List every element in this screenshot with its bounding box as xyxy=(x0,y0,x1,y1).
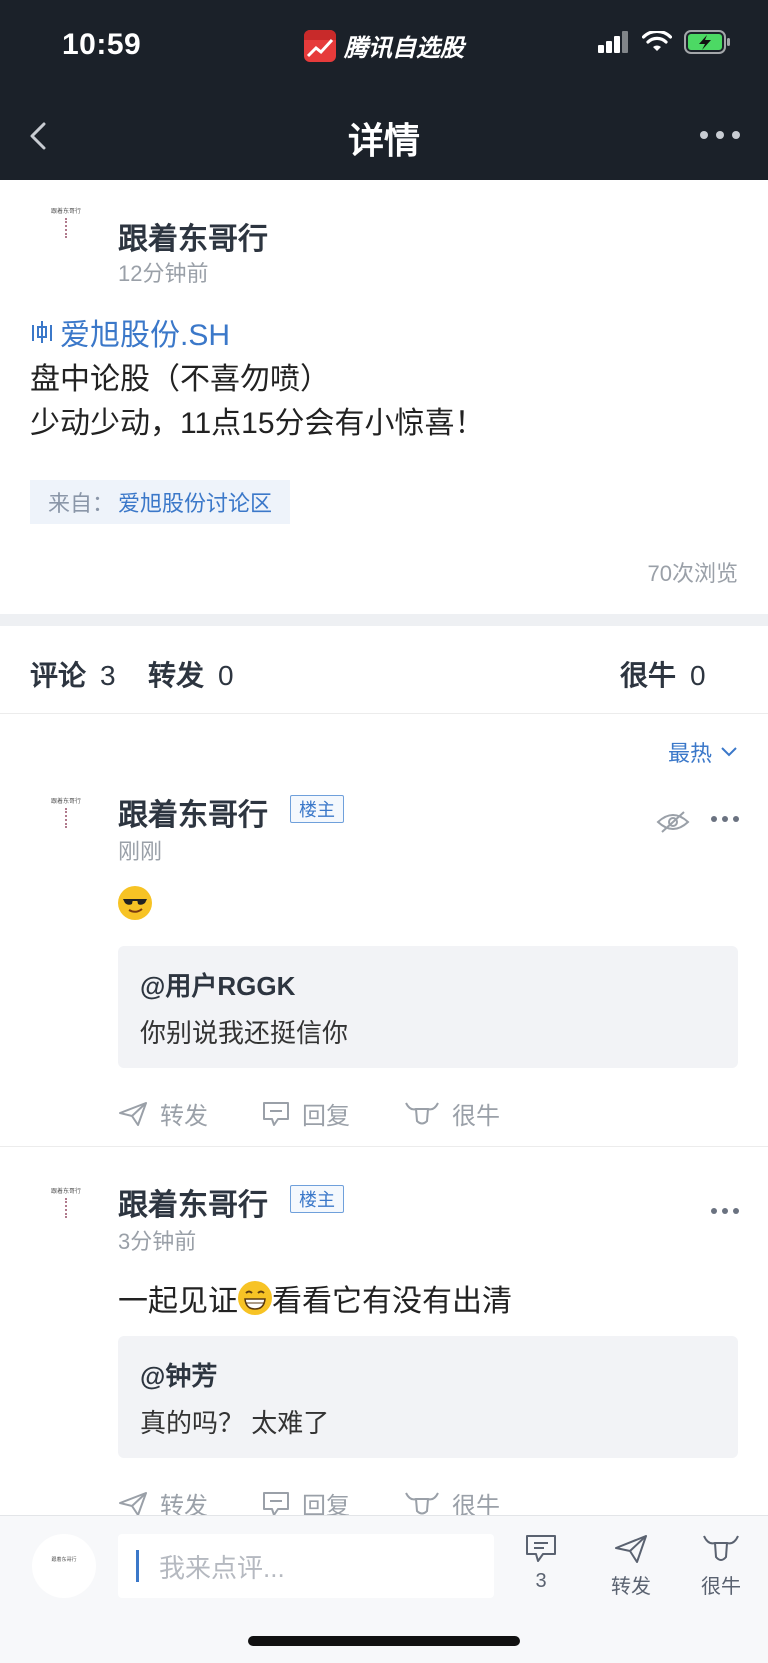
wifi-icon xyxy=(642,31,672,51)
comment-content xyxy=(118,886,152,920)
comment-actions: 转发 回复 很牛 xyxy=(118,1096,500,1131)
comment-author-avatar[interactable]: 跟着东哥行 xyxy=(44,1186,88,1230)
text-cursor xyxy=(136,1550,139,1582)
post-text-line-1: 盘中论股（不喜勿喷） xyxy=(30,363,330,396)
repost-button[interactable]: 转发 xyxy=(118,1096,208,1131)
comment-divider xyxy=(0,1146,768,1147)
status-app-indicator[interactable]: 腾讯自选股 xyxy=(304,28,464,63)
bull-icon xyxy=(703,1535,739,1561)
post-author-avatar[interactable]: 跟着东哥行 xyxy=(44,206,88,250)
comment-input[interactable]: 我来点评... xyxy=(118,1534,494,1598)
grin-emoji-icon xyxy=(238,1281,272,1315)
repost-bottom-button[interactable]: 转发 xyxy=(596,1534,666,1599)
chevron-down-icon xyxy=(721,747,737,757)
home-indicator[interactable] xyxy=(248,1636,520,1646)
comment-more-icon[interactable] xyxy=(710,814,740,824)
quoted-user[interactable]: @用户RGGK xyxy=(140,966,716,1003)
comment-text-after: 看看它有没有出清 xyxy=(272,1285,512,1318)
status-time: 10:59 xyxy=(62,28,142,61)
navbar: 详情 xyxy=(0,96,768,180)
quoted-user[interactable]: @钟芳 xyxy=(140,1356,716,1393)
sort-dropdown[interactable]: 最热 xyxy=(668,736,738,768)
comments-count: 3 xyxy=(535,1570,547,1592)
tab-reposts[interactable]: 转发 0 xyxy=(148,654,234,694)
comments-button[interactable]: 3 xyxy=(506,1534,576,1593)
status-icons xyxy=(598,30,732,54)
cool-emoji-icon xyxy=(118,886,152,920)
comment-icon xyxy=(526,1535,556,1562)
quoted-text: 你别说我还挺信你 xyxy=(140,1018,349,1048)
comment-text-before: 一起见证 xyxy=(118,1285,238,1318)
comment-time: 3分钟前 xyxy=(118,1229,197,1254)
page-title: 详情 xyxy=(347,120,420,161)
stock-symbol-icon xyxy=(32,321,52,343)
stock-name: 爱旭股份.SH xyxy=(60,319,231,352)
battery-charging-icon xyxy=(684,30,730,54)
send-icon xyxy=(119,1491,147,1516)
more-options-icon[interactable] xyxy=(698,122,742,148)
send-icon xyxy=(615,1535,647,1563)
post-author-name[interactable]: 跟着东哥行 xyxy=(118,214,268,258)
sort-label: 最热 xyxy=(667,741,712,766)
reply-comment-icon xyxy=(263,1101,289,1126)
comment-more-icon[interactable] xyxy=(710,1206,740,1216)
like-label: 很牛 xyxy=(701,1576,741,1598)
comment-author-name[interactable]: 跟着东哥行 xyxy=(118,1180,268,1224)
owner-badge: 楼主 xyxy=(290,795,344,823)
comment-input-placeholder: 我来点评... xyxy=(159,1552,285,1583)
repost-label: 转发 xyxy=(611,1576,651,1598)
post-time: 12分钟前 xyxy=(118,261,209,286)
tab-comments[interactable]: 评论 3 xyxy=(30,654,116,694)
comment-author-name[interactable]: 跟着东哥行 xyxy=(118,790,268,834)
hide-eye-icon[interactable] xyxy=(656,810,690,834)
bull-icon xyxy=(405,1492,439,1514)
source-forum-tag[interactable]: 来自： 爱旭股份讨论区 xyxy=(30,480,291,524)
app-logo-icon xyxy=(304,29,336,62)
bull-icon xyxy=(405,1102,439,1124)
post-text-line-2: 少动少动，11点15分会有小惊喜！ xyxy=(30,407,485,440)
comment-author-avatar[interactable]: 跟着东哥行 xyxy=(44,796,88,840)
owner-badge: 楼主 xyxy=(290,1185,344,1213)
view-count: 70次浏览 xyxy=(647,561,738,586)
like-bottom-button[interactable]: 很牛 xyxy=(686,1534,756,1599)
status-bar: 10:59 腾讯自选股 xyxy=(0,0,768,96)
quoted-text: 真的吗？ 太难了 xyxy=(140,1408,330,1438)
quoted-reply[interactable]: @钟芳 真的吗？ 太难了 xyxy=(118,1336,738,1458)
comment-time: 刚刚 xyxy=(118,839,163,864)
like-bull-button[interactable]: 很牛 xyxy=(404,1096,500,1131)
interaction-tabs: 评论 3 转发 0 很牛 0 xyxy=(0,626,768,714)
source-prefix: 来自： xyxy=(48,491,115,516)
cellular-signal-icon xyxy=(598,31,628,53)
comment-content: 一起见证 看看它有没有出清 xyxy=(118,1276,512,1320)
source-forum-name: 爱旭股份讨论区 xyxy=(118,491,273,516)
reply-comment-icon xyxy=(263,1491,289,1516)
reply-button[interactable]: 回复 xyxy=(262,1096,350,1131)
quoted-reply[interactable]: @用户RGGK 你别说我还挺信你 xyxy=(118,946,738,1068)
stock-link[interactable]: 爱旭股份.SH xyxy=(30,310,230,354)
send-icon xyxy=(119,1101,147,1126)
my-avatar[interactable]: 跟着东哥行 xyxy=(32,1534,96,1598)
post-card: 跟着东哥行 跟着东哥行 12分钟前 爱旭股份.SH 盘中论股（不喜勿喷） 少动少… xyxy=(0,180,768,614)
section-divider xyxy=(0,614,768,626)
tab-likes[interactable]: 很牛 0 xyxy=(620,654,706,694)
status-app-name: 腾讯自选股 xyxy=(344,35,464,62)
